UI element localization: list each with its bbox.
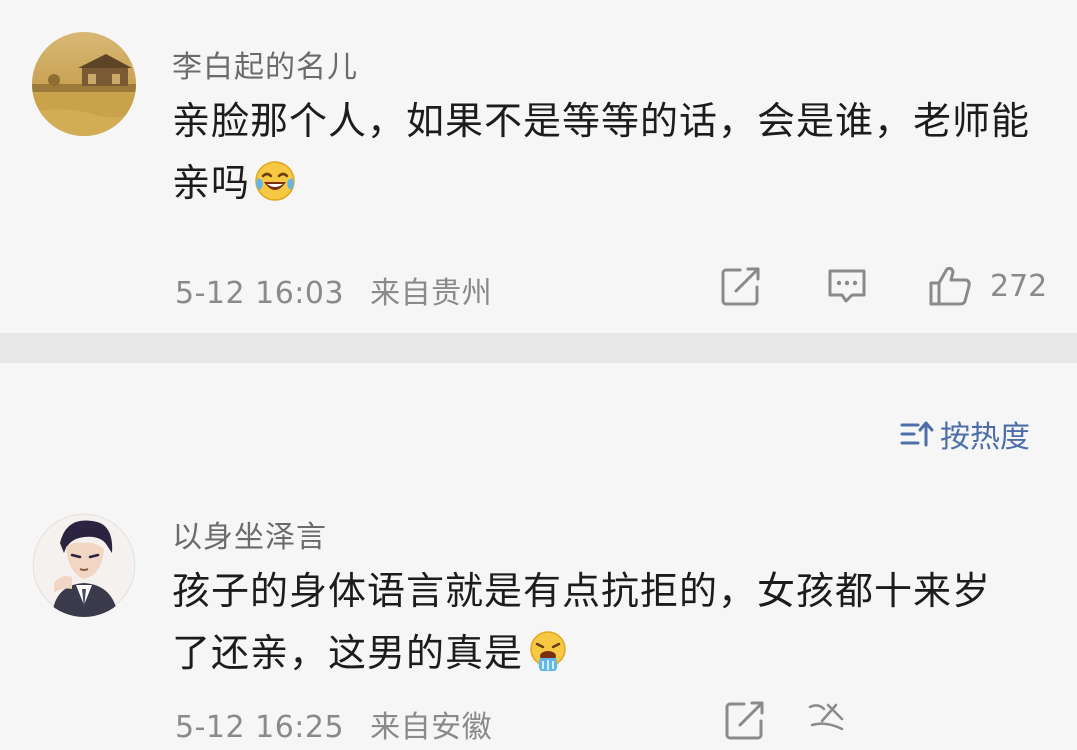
share-button[interactable] [720, 264, 762, 308]
avatar[interactable] [32, 32, 136, 136]
share-icon [721, 267, 760, 306]
username[interactable]: 以身坐泽言 [172, 512, 327, 556]
comment-icon [808, 703, 844, 731]
like-count: 272 [990, 268, 1048, 304]
share-button[interactable] [724, 698, 766, 742]
reply-button[interactable] [806, 698, 848, 742]
sort-icon [900, 421, 934, 447]
comment-text-line: 亲吗 [172, 152, 1052, 214]
comment-text-fragment: 了还亲，这男的真是 [172, 631, 524, 675]
comment-date: 5-12 16:03 [175, 276, 345, 311]
comment-location: 来自安徽 [370, 710, 493, 745]
section-divider [0, 333, 1077, 363]
comment-meta: 5-12 16:03 来自贵州 [175, 268, 492, 312]
sort-label: 按热度 [940, 420, 1030, 455]
comment-item: 以身坐泽言 孩子的身体语言就是有点抗拒的，女孩都十来岁 了还亲，这男的真是 5-… [0, 500, 1077, 750]
thumbs-up-icon [929, 266, 971, 306]
comment-meta: 5-12 16:25 来自安徽 [175, 702, 492, 746]
share-icon [725, 701, 764, 740]
comment-list: 李白起的名儿 亲脸那个人，如果不是等等的话，会是谁，老师能 亲吗 5-12 16… [0, 0, 1077, 750]
like-button[interactable]: 272 [928, 264, 1047, 308]
vomit-emoji-icon [527, 628, 569, 671]
comment-item: 李白起的名儿 亲脸那个人，如果不是等等的话，会是谁，老师能 亲吗 5-12 16… [0, 0, 1077, 333]
comment-text: 孩子的身体语言就是有点抗拒的，女孩都十来岁 了还亲，这男的真是 [172, 560, 1052, 684]
laughing-tears-emoji-icon [254, 158, 296, 201]
comment-date: 5-12 16:25 [175, 710, 345, 745]
comment-location: 来自贵州 [370, 276, 493, 311]
comment-text-line: 亲脸那个人，如果不是等等的话，会是谁，老师能 [172, 99, 1031, 143]
comment-text-line: 了还亲，这男的真是 [172, 622, 1052, 684]
comment-text: 亲脸那个人，如果不是等等的话，会是谁，老师能 亲吗 [172, 90, 1052, 214]
comment-text-line: 孩子的身体语言就是有点抗拒的，女孩都十来岁 [172, 569, 992, 613]
sort-by-hot-button[interactable]: 按热度 [900, 412, 1030, 456]
reply-button[interactable] [826, 264, 868, 308]
comment-icon [828, 269, 866, 303]
comment-text-fragment: 亲吗 [172, 161, 251, 205]
username[interactable]: 李白起的名儿 [172, 42, 358, 86]
